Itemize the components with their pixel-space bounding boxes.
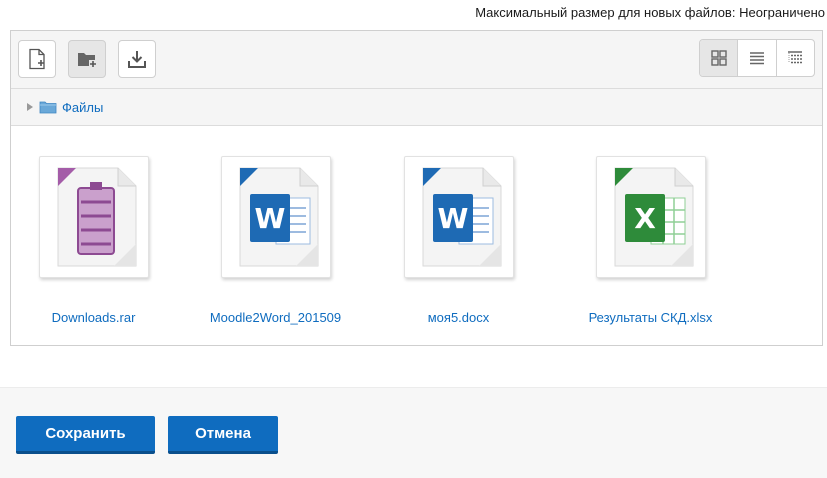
tree-view-button[interactable] <box>777 40 814 76</box>
download-icon <box>128 51 146 68</box>
file-item[interactable]: W Moodle2Word_201509 <box>193 156 358 330</box>
tree-view-icon <box>788 51 803 64</box>
create-folder-button[interactable] <box>68 40 106 78</box>
file-name[interactable]: Результаты СКД.xlsx <box>568 306 733 330</box>
archive-file-icon <box>57 167 136 267</box>
list-view-button[interactable] <box>738 40 777 76</box>
excel-file-icon: X <box>614 167 693 267</box>
breadcrumb-files[interactable]: Файлы <box>62 100 103 115</box>
file-thumbnail: X <box>595 156 706 278</box>
grid-view-icon <box>710 50 727 66</box>
grid-view-button[interactable] <box>700 40 739 76</box>
add-file-button[interactable] <box>18 40 56 78</box>
form-footer: Сохранить Отмена <box>0 387 827 478</box>
path-bar: Файлы <box>11 89 822 126</box>
add-file-icon <box>29 48 45 70</box>
save-button[interactable]: Сохранить <box>16 416 155 454</box>
svg-text:W: W <box>437 202 468 235</box>
file-manager-toolbar <box>11 31 822 89</box>
cancel-button[interactable]: Отмена <box>168 416 278 454</box>
view-mode-group <box>699 39 815 77</box>
folder-icon <box>39 100 57 114</box>
file-item[interactable]: Downloads.rar <box>11 156 176 330</box>
svg-text:W: W <box>254 202 285 235</box>
word-file-icon: W <box>239 167 318 267</box>
file-manager: Файлы Downloads.rar W Moodle2Word_201509… <box>10 30 823 346</box>
file-item[interactable]: W моя5.docx <box>376 156 541 330</box>
download-all-button[interactable] <box>118 40 156 78</box>
file-thumbnail: W <box>403 156 514 278</box>
file-name[interactable]: Downloads.rar <box>11 306 176 330</box>
create-folder-icon <box>78 53 97 68</box>
word-file-icon: W <box>422 167 501 267</box>
file-item[interactable]: X Результаты СКД.xlsx <box>568 156 733 330</box>
max-file-size-label: Максимальный размер для новых файлов: <box>475 5 736 20</box>
expand-arrow-icon[interactable] <box>27 103 33 111</box>
max-file-size-value: Неограничено <box>739 5 825 20</box>
max-file-size-info: Максимальный размер для новых файлов: Не… <box>475 0 825 26</box>
file-grid: Downloads.rar W Moodle2Word_201509 W моя… <box>11 126 822 345</box>
file-name[interactable]: моя5.docx <box>376 306 541 330</box>
file-thumbnail: W <box>220 156 331 278</box>
list-view-icon <box>749 52 764 65</box>
file-thumbnail <box>38 156 149 278</box>
file-name[interactable]: Moodle2Word_201509 <box>193 306 358 330</box>
svg-text:X: X <box>634 202 656 235</box>
